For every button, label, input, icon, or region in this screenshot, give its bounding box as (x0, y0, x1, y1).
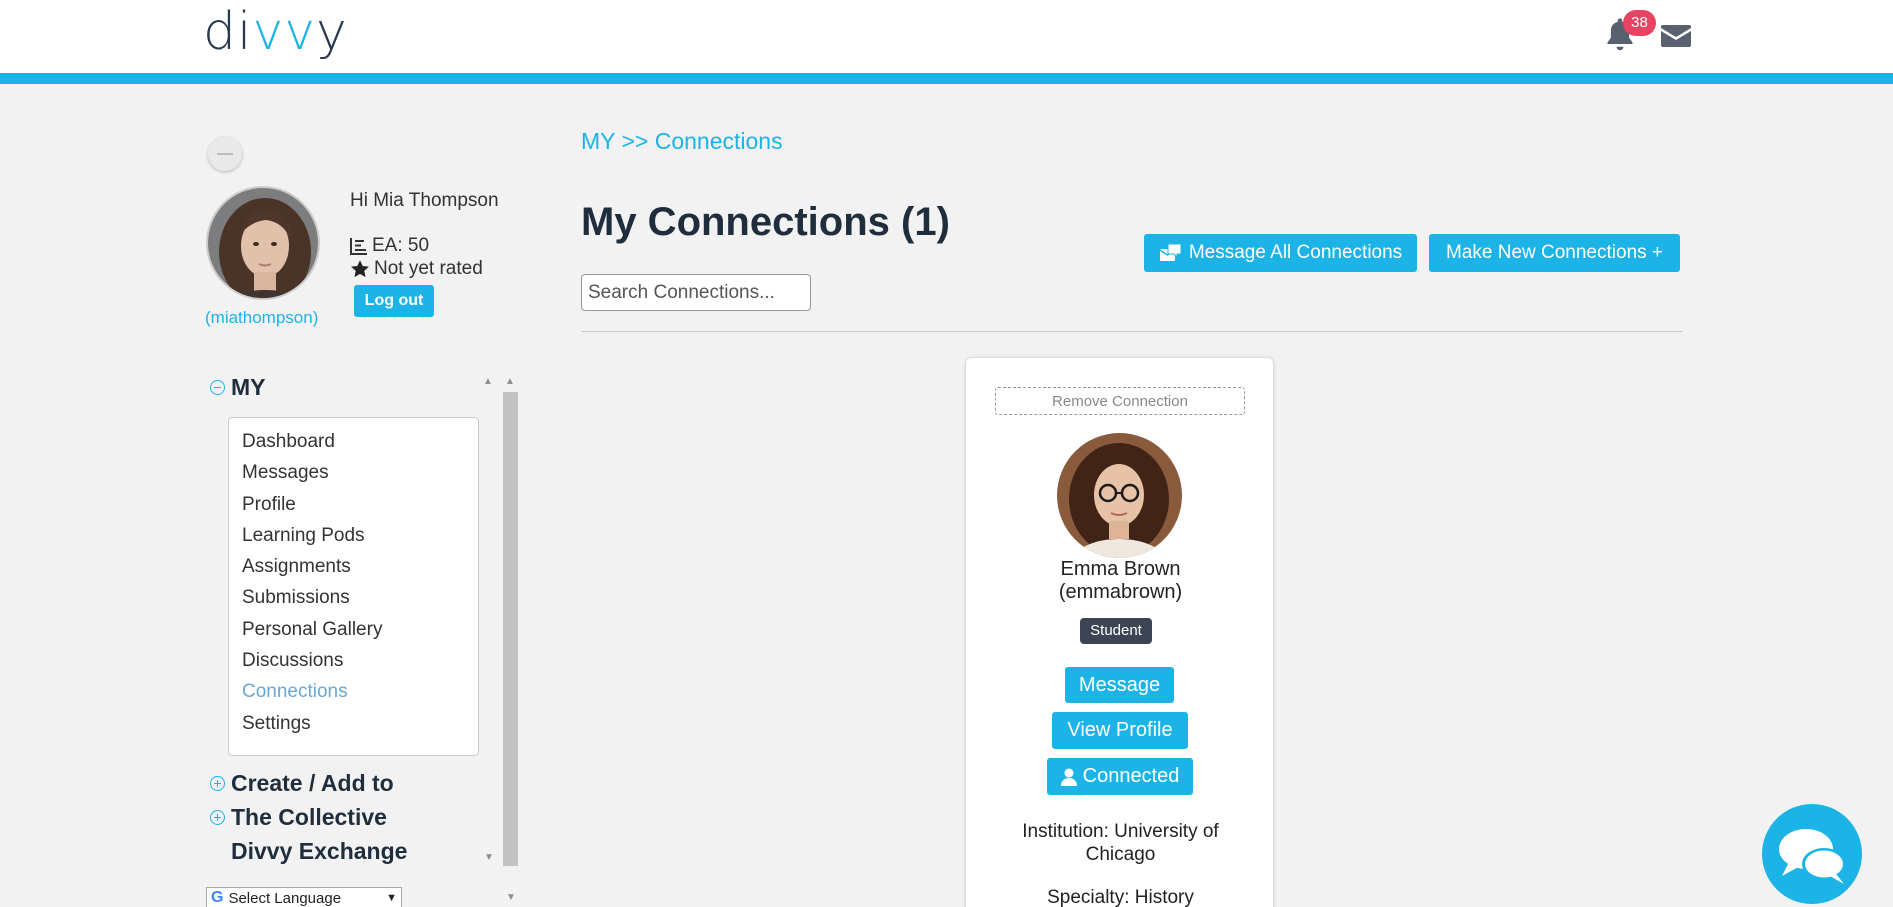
connection-name[interactable]: Emma Brown (966, 558, 1275, 581)
sidebar-item-connections[interactable]: Connections (229, 676, 478, 707)
scroll-down-arrow-icon[interactable]: ▼ (484, 852, 494, 863)
scroll-up-arrow-icon[interactable]: ▲ (483, 376, 493, 387)
sidebar-collapse-button[interactable] (208, 137, 242, 171)
connection-username: (emmabrown) (1058, 581, 1183, 603)
menu-section-label: MY (231, 374, 266, 400)
connection-card: Remove Connection Emma Brown (emmabrown)… (965, 357, 1274, 907)
rating: Not yet rated (350, 258, 483, 280)
mail-icon[interactable] (1661, 23, 1691, 47)
sidebar-item-messages[interactable]: Messages (229, 457, 478, 488)
sidebar-menu: Dashboard Messages Profile Learning Pods… (228, 417, 479, 756)
divvy-logo[interactable]: divvy (203, 2, 348, 62)
dropdown-arrow-icon: ▼ (386, 892, 397, 904)
menu-section-label: The Collective (231, 804, 387, 830)
chat-icon (1779, 829, 1846, 884)
sidebar-scrollbar[interactable] (503, 392, 518, 866)
star-icon (351, 260, 369, 278)
notification-badge[interactable]: 38 (1623, 10, 1656, 36)
avatar[interactable] (1057, 433, 1182, 558)
connected-button[interactable]: Connected (1047, 758, 1193, 795)
top-bar: divvy 38 (0, 0, 1893, 73)
header-stripe (0, 73, 1893, 84)
profile-greeting: Hi Mia Thompson (350, 190, 499, 211)
sidebar-item-learning-pods[interactable]: Learning Pods (229, 520, 478, 551)
sidebar-item-settings[interactable]: Settings (229, 708, 478, 739)
message-button[interactable]: Message (1065, 667, 1174, 703)
make-new-connections-button[interactable]: Make New Connections + (1429, 234, 1680, 272)
message-all-label: Message All Connections (1188, 242, 1403, 263)
rating-label: Not yet rated (374, 258, 483, 279)
page-title: My Connections (1) (581, 200, 950, 244)
message-all-connections-button[interactable]: Message All Connections (1144, 234, 1417, 272)
menu-section-collective[interactable]: The Collective (210, 804, 387, 831)
ea-score: EA: 50 (350, 235, 429, 257)
specialty: Specialty: History (1047, 887, 1194, 907)
search-input[interactable] (581, 274, 811, 311)
connected-label: Connected (1082, 765, 1180, 787)
menu-section-label: Divvy Exchange (231, 838, 408, 864)
sidebar-item-submissions[interactable]: Submissions (229, 582, 478, 613)
language-select[interactable]: G Select Language ▼ (206, 887, 402, 907)
chart-icon (350, 238, 367, 255)
institution-line-2: Chicago (1085, 844, 1156, 865)
chat-button[interactable] (1762, 804, 1862, 904)
divider (581, 331, 1683, 332)
menu-section-label: Create / Add to (231, 770, 394, 796)
role-badge: Student (1080, 618, 1152, 644)
ea-label: EA: 50 (372, 235, 430, 256)
language-select-label: Select Language (228, 889, 342, 907)
profile-username[interactable]: (miathompson) (205, 308, 318, 328)
sidebar-item-personal-gallery[interactable]: Personal Gallery (229, 614, 478, 645)
expand-circle-icon (210, 810, 225, 825)
sidebar-item-assignments[interactable]: Assignments (229, 551, 478, 582)
sidebar-item-discussions[interactable]: Discussions (229, 645, 478, 676)
avatar[interactable] (206, 186, 320, 300)
menu-section-exchange[interactable]: Divvy Exchange (231, 838, 407, 865)
user-icon (1060, 768, 1077, 786)
scroll-down-arrow-icon[interactable]: ▼ (506, 892, 516, 903)
institution-line-1: Institution: University of (1022, 821, 1219, 842)
view-profile-button[interactable]: View Profile (1052, 712, 1188, 749)
expand-circle-icon (210, 776, 225, 791)
breadcrumb[interactable]: MY >> Connections (581, 128, 783, 155)
remove-connection-button[interactable]: Remove Connection (995, 387, 1245, 415)
menu-section-create[interactable]: Create / Add to (210, 770, 394, 797)
logout-button[interactable]: Log out (354, 285, 434, 317)
message-icon (1159, 243, 1182, 261)
sidebar-item-profile[interactable]: Profile (229, 489, 478, 520)
google-icon: G (211, 889, 224, 906)
sidebar-item-dashboard[interactable]: Dashboard (229, 426, 478, 457)
scroll-up-arrow-icon[interactable]: ▲ (505, 376, 515, 387)
menu-section-my[interactable]: MY (210, 374, 266, 401)
collapse-circle-icon (210, 380, 225, 395)
